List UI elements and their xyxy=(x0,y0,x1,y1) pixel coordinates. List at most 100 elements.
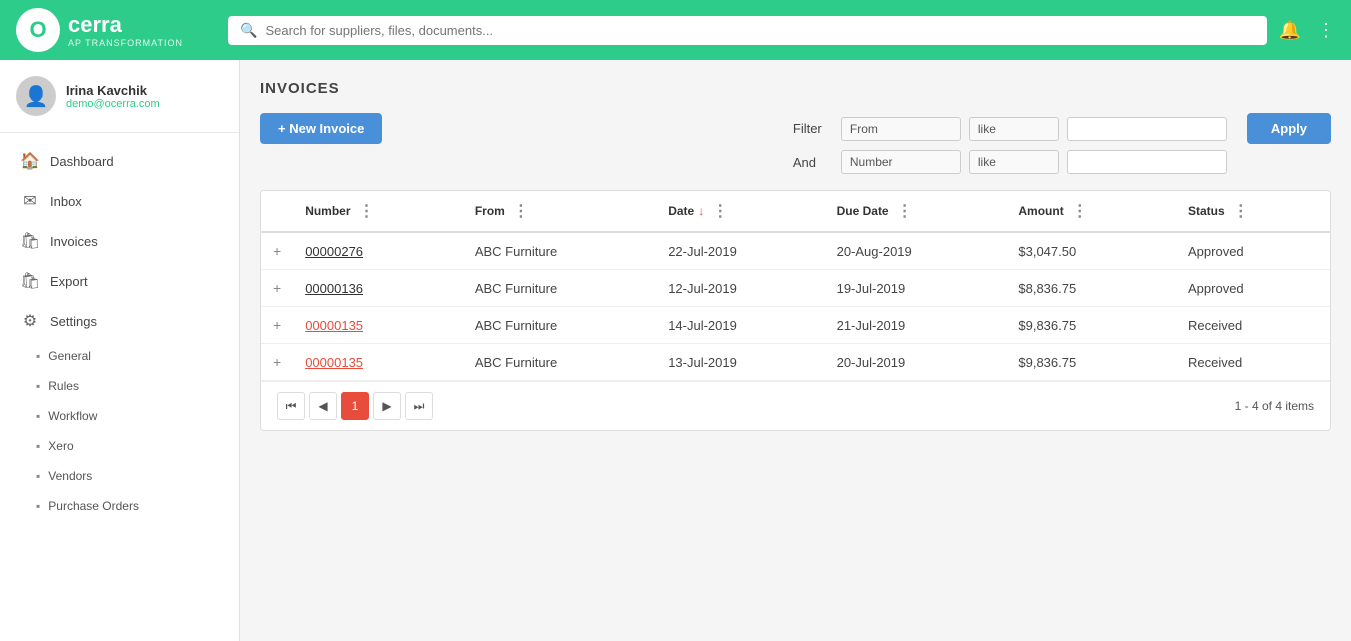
pagination-next-button[interactable]: ▶ xyxy=(373,392,401,420)
sidebar-item-rules[interactable]: ▪ Rules xyxy=(0,371,239,401)
pagination-page-1-button[interactable]: 1 xyxy=(341,392,369,420)
pagination-prev-button[interactable]: ◀ xyxy=(309,392,337,420)
pagination-bar: ⏮ ◀ 1 ▶ ⏭ 1 - 4 of 4 items xyxy=(261,381,1330,430)
sub-icon-purchase-orders: ▪ xyxy=(36,499,40,513)
invoice-table: Number ⋮ From ⋮ Date xyxy=(261,191,1330,381)
sub-icon-general: ▪ xyxy=(36,349,40,363)
invoice-number-link[interactable]: 00000135 xyxy=(305,355,363,370)
filter-number-field[interactable] xyxy=(841,150,961,174)
sub-icon-workflow: ▪ xyxy=(36,409,40,423)
table-body: + 00000276 ABC Furniture 22-Jul-2019 20-… xyxy=(261,232,1330,381)
expand-icon[interactable]: + xyxy=(273,354,281,370)
brand-sub: AP TRANSFORMATION xyxy=(68,38,183,48)
sub-icon-xero: ▪ xyxy=(36,439,40,453)
td-expand: + xyxy=(261,270,293,307)
filter-number-value[interactable] xyxy=(1067,150,1227,174)
filter-number-operator[interactable] xyxy=(969,150,1059,174)
sidebar-item-inbox[interactable]: ✉ Inbox xyxy=(0,181,239,221)
new-invoice-button[interactable]: + New Invoice xyxy=(260,113,382,144)
filter-label: Filter xyxy=(793,121,833,136)
col-from-more-icon[interactable]: ⋮ xyxy=(513,201,529,221)
sidebar-item-export[interactable]: 🛍 Export xyxy=(0,261,239,301)
nav-menu: 🏠 Dashboard ✉ Inbox 🛍 Invoices 🛍 Export … xyxy=(0,133,239,529)
nav-icons: 🔔 ⋮ xyxy=(1279,20,1335,41)
filter-and-label: And xyxy=(793,155,833,170)
sidebar-item-general[interactable]: ▪ General xyxy=(0,341,239,371)
sidebar-item-invoices-label: Invoices xyxy=(50,234,98,249)
pagination-controls: ⏮ ◀ 1 ▶ ⏭ xyxy=(277,392,433,420)
pagination-last-button[interactable]: ⏭ xyxy=(405,392,433,420)
user-name: Irina Kavchik xyxy=(66,83,160,98)
table-row: + 00000135 ABC Furniture 14-Jul-2019 21-… xyxy=(261,307,1330,344)
td-expand: + xyxy=(261,232,293,270)
expand-icon[interactable]: + xyxy=(273,317,281,333)
notification-icon[interactable]: 🔔 xyxy=(1279,20,1301,41)
col-header-due-date: Due Date ⋮ xyxy=(825,191,1007,232)
sidebar-sub-workflow-label: Workflow xyxy=(48,409,97,423)
expand-icon[interactable]: + xyxy=(273,280,281,296)
filter-row-1: Filter Apply xyxy=(793,113,1331,144)
col-status-more-icon[interactable]: ⋮ xyxy=(1233,201,1249,221)
filter-from-value[interactable] xyxy=(1067,117,1227,141)
col-amount-label: Amount xyxy=(1018,204,1063,218)
col-due-date-label: Due Date xyxy=(837,204,889,218)
table-row: + 00000136 ABC Furniture 12-Jul-2019 19-… xyxy=(261,270,1330,307)
table-header-row: Number ⋮ From ⋮ Date xyxy=(261,191,1330,232)
col-due-date-more-icon[interactable]: ⋮ xyxy=(897,201,913,221)
td-date: 22-Jul-2019 xyxy=(656,232,824,270)
apply-button[interactable]: Apply xyxy=(1247,113,1331,144)
search-input[interactable] xyxy=(265,23,1254,38)
td-due-date: 21-Jul-2019 xyxy=(825,307,1007,344)
sidebar-item-xero[interactable]: ▪ Xero xyxy=(0,431,239,461)
inbox-icon: ✉ xyxy=(20,191,40,211)
td-due-date: 19-Jul-2019 xyxy=(825,270,1007,307)
td-from: ABC Furniture xyxy=(463,270,656,307)
td-status: Received xyxy=(1176,344,1330,381)
search-bar[interactable]: 🔍 xyxy=(228,16,1267,45)
sidebar-sub-xero-label: Xero xyxy=(48,439,73,453)
filter-from-field[interactable] xyxy=(841,117,961,141)
col-header-date: Date ↓ ⋮ xyxy=(656,191,824,232)
sidebar-item-dashboard[interactable]: 🏠 Dashboard xyxy=(0,141,239,181)
sidebar-item-export-label: Export xyxy=(50,274,88,289)
td-status: Approved xyxy=(1176,270,1330,307)
sidebar-item-settings[interactable]: ⚙ Settings xyxy=(0,301,239,341)
col-header-number: Number ⋮ xyxy=(293,191,463,232)
more-options-icon[interactable]: ⋮ xyxy=(1317,20,1335,41)
page-title: INVOICES xyxy=(260,80,1331,97)
sidebar-item-inbox-label: Inbox xyxy=(50,194,82,209)
col-number-more-icon[interactable]: ⋮ xyxy=(359,201,375,221)
col-header-status: Status ⋮ xyxy=(1176,191,1330,232)
sidebar-item-vendors[interactable]: ▪ Vendors xyxy=(0,461,239,491)
search-icon: 🔍 xyxy=(240,22,257,39)
logo-icon: O xyxy=(16,8,60,52)
user-panel: 👤 Irina Kavchik demo@ocerra.com xyxy=(0,60,239,133)
invoices-icon: 🛍 xyxy=(20,231,40,251)
invoice-number-link[interactable]: 00000136 xyxy=(305,281,363,296)
export-icon: 🛍 xyxy=(20,271,40,291)
td-amount: $9,836.75 xyxy=(1006,307,1176,344)
date-sort-icon[interactable]: ↓ xyxy=(698,204,704,218)
sidebar-sub-general-label: General xyxy=(48,349,91,363)
col-number-label: Number xyxy=(305,204,350,218)
sidebar-item-workflow[interactable]: ▪ Workflow xyxy=(0,401,239,431)
td-from: ABC Furniture xyxy=(463,307,656,344)
expand-icon[interactable]: + xyxy=(273,243,281,259)
filter-from-operator[interactable] xyxy=(969,117,1059,141)
td-amount: $8,836.75 xyxy=(1006,270,1176,307)
sidebar-sub-rules-label: Rules xyxy=(48,379,79,393)
col-header-expand xyxy=(261,191,293,232)
col-amount-more-icon[interactable]: ⋮ xyxy=(1072,201,1088,221)
invoice-number-link[interactable]: 00000135 xyxy=(305,318,363,333)
sub-icon-vendors: ▪ xyxy=(36,469,40,483)
topnav: O cerra AP TRANSFORMATION 🔍 🔔 ⋮ xyxy=(0,0,1351,60)
td-number: 00000136 xyxy=(293,270,463,307)
sidebar-item-invoices[interactable]: 🛍 Invoices xyxy=(0,221,239,261)
invoice-number-link[interactable]: 00000276 xyxy=(305,244,363,259)
td-date: 14-Jul-2019 xyxy=(656,307,824,344)
logo-area: O cerra AP TRANSFORMATION xyxy=(16,8,216,52)
pagination-first-button[interactable]: ⏮ xyxy=(277,392,305,420)
sidebar-item-purchase-orders[interactable]: ▪ Purchase Orders xyxy=(0,491,239,521)
brand-name: cerra xyxy=(68,12,183,38)
col-date-more-icon[interactable]: ⋮ xyxy=(712,201,728,221)
